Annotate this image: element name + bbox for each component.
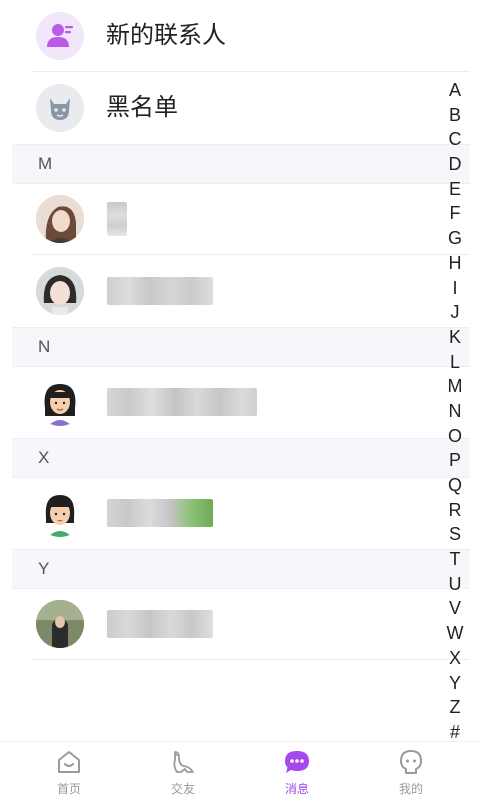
contact-row[interactable]: [0, 366, 470, 438]
tab-messages[interactable]: 消息: [237, 742, 357, 800]
contact-name-blurred: [107, 610, 213, 638]
index-letter-v[interactable]: V: [440, 596, 470, 621]
tab-home-label: 首页: [56, 782, 81, 796]
alphabet-index[interactable]: A B C D E F G H I J K L M N O P Q R S T …: [440, 78, 470, 742]
tab-friends-label: 交友: [170, 782, 195, 796]
section-header-n: N: [12, 327, 470, 367]
contacts-list[interactable]: 新的联系人 黑名单 M N X Y A B C D E F G H I J K …: [0, 0, 480, 742]
index-letter-s[interactable]: S: [440, 522, 470, 547]
index-letter-r[interactable]: R: [440, 498, 470, 523]
index-letter-c[interactable]: C: [440, 127, 470, 152]
index-letter-a[interactable]: A: [440, 78, 470, 103]
index-letter-l[interactable]: L: [440, 350, 470, 375]
index-letter-m[interactable]: M: [440, 374, 470, 399]
contact-name-blurred: [107, 202, 127, 236]
contact-row[interactable]: [0, 477, 470, 549]
avatar: [36, 378, 84, 426]
message-icon: [285, 751, 309, 773]
index-letter-i[interactable]: I: [440, 276, 470, 301]
blacklist-row[interactable]: 黑名单: [0, 72, 470, 144]
index-letter-f[interactable]: F: [440, 201, 470, 226]
index-letter-g[interactable]: G: [440, 226, 470, 251]
index-letter-y[interactable]: Y: [440, 671, 470, 696]
index-letter-e[interactable]: E: [440, 177, 470, 202]
index-letter-o[interactable]: O: [440, 424, 470, 449]
section-header-m: M: [12, 144, 470, 184]
new-contacts-label: 新的联系人: [106, 22, 226, 49]
tab-friends[interactable]: 交友: [123, 742, 243, 800]
index-letter-x[interactable]: X: [440, 646, 470, 671]
home-icon: [58, 751, 80, 773]
tab-messages-label: 消息: [284, 782, 309, 796]
new-contact-icon: [36, 12, 84, 60]
section-letter: M: [38, 154, 53, 173]
contact-name-blurred: [107, 388, 257, 416]
index-letter-b[interactable]: B: [440, 103, 470, 128]
contact-name-blurred: [107, 277, 213, 305]
index-letter-hash[interactable]: #: [440, 720, 470, 742]
index-letter-j[interactable]: J: [440, 300, 470, 325]
blacklist-label: 黑名单: [106, 94, 178, 121]
profile-icon: [400, 750, 422, 774]
index-letter-u[interactable]: U: [440, 572, 470, 597]
contact-name-blurred: [107, 499, 213, 527]
contact-row[interactable]: [0, 183, 470, 255]
bottom-tab-bar: 首页 交友 消息 我的: [0, 741, 480, 800]
avatar: [36, 267, 84, 315]
tab-mine[interactable]: 我的: [351, 742, 471, 800]
index-letter-d[interactable]: D: [440, 152, 470, 177]
contacts-page: 新的联系人 黑名单 M N X Y A B C D E F G H I J K …: [0, 0, 480, 800]
contact-row[interactable]: [0, 255, 470, 327]
avatar: [36, 195, 84, 243]
tab-home[interactable]: 首页: [9, 742, 129, 800]
avatar: [36, 600, 84, 648]
blacklist-icon: [36, 84, 84, 132]
index-letter-t[interactable]: T: [440, 547, 470, 572]
index-letter-k[interactable]: K: [440, 325, 470, 350]
section-header-y: Y: [12, 549, 470, 589]
index-letter-w[interactable]: W: [440, 621, 470, 646]
section-letter: X: [38, 448, 50, 467]
dinosaur-icon: [173, 751, 194, 773]
index-letter-z[interactable]: Z: [440, 695, 470, 720]
index-letter-h[interactable]: H: [440, 251, 470, 276]
section-letter: N: [38, 337, 51, 356]
new-contacts-row[interactable]: 新的联系人: [0, 0, 470, 72]
divider: [32, 659, 470, 660]
tab-mine-label: 我的: [398, 782, 423, 796]
index-letter-p[interactable]: P: [440, 448, 470, 473]
index-letter-n[interactable]: N: [440, 399, 470, 424]
section-header-x: X: [12, 438, 470, 478]
section-letter: Y: [38, 559, 50, 578]
index-letter-q[interactable]: Q: [440, 473, 470, 498]
avatar: [36, 489, 84, 537]
contact-row[interactable]: [0, 588, 470, 660]
